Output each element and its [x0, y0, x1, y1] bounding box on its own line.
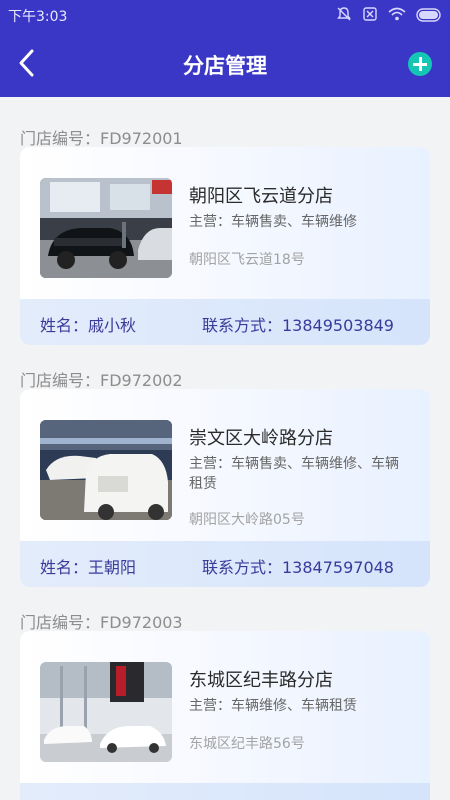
manager-name: 姓名：王朝阳 — [40, 558, 137, 577]
card-footer: 姓名：王朝阳 联系方式：13847597048 — [20, 541, 430, 587]
card-background: 朝阳区飞云道分店 主营：车辆售卖、车辆维修 朝阳区飞云道18号 姓名：戚小秋 联… — [20, 147, 430, 345]
sim-off-icon — [362, 6, 378, 26]
battery-icon — [416, 7, 442, 26]
store-business: 主营：车辆售卖、车辆维修、车辆租赁 — [189, 456, 399, 492]
card-footer — [20, 783, 430, 800]
store-list[interactable]: 门店编号：FD972001 朝阳区飞云道分店 主营：车辆售卖、车辆维修 朝阳区飞… — [0, 97, 450, 800]
store-code: 门店编号：FD972003 — [20, 613, 183, 632]
status-bar: 下午3:03 — [0, 0, 450, 30]
store-address: 朝阳区大岭路05号 — [189, 512, 305, 528]
store-address: 东城区纪丰路56号 — [189, 736, 305, 752]
store-name: 东城区纪丰路分店 — [189, 670, 333, 691]
mute-icon — [336, 6, 352, 26]
card-background: 崇文区大岭路分店 主营：车辆售卖、车辆维修、车辆租赁 朝阳区大岭路05号 姓名：… — [20, 389, 430, 587]
store-address: 朝阳区飞云道18号 — [189, 252, 305, 268]
status-time: 下午3:03 — [8, 9, 68, 25]
store-photo — [40, 420, 172, 520]
store-name: 朝阳区飞云道分店 — [189, 186, 333, 207]
page-title: 分店管理 — [183, 54, 267, 78]
card-body: 朝阳区飞云道分店 主营：车辆售卖、车辆维修 朝阳区飞云道18号 — [20, 147, 430, 299]
store-card[interactable]: 崇文区大岭路分店 主营：车辆售卖、车辆维修、车辆租赁 朝阳区大岭路05号 姓名：… — [20, 389, 430, 587]
store-photo — [40, 178, 172, 278]
store-card[interactable]: 朝阳区飞云道分店 主营：车辆售卖、车辆维修 朝阳区飞云道18号 姓名：戚小秋 联… — [20, 147, 430, 345]
add-store-button[interactable] — [408, 52, 432, 76]
store-photo — [40, 662, 172, 762]
wifi-icon — [388, 6, 406, 26]
card-background: 东城区纪丰路分店 主营：车辆维修、车辆租赁 东城区纪丰路56号 — [20, 631, 430, 800]
app-bar: 分店管理 — [0, 30, 450, 97]
card-body: 崇文区大岭路分店 主营：车辆售卖、车辆维修、车辆租赁 朝阳区大岭路05号 — [20, 389, 430, 541]
card-body: 东城区纪丰路分店 主营：车辆维修、车辆租赁 东城区纪丰路56号 — [20, 631, 430, 783]
store-name: 崇文区大岭路分店 — [189, 428, 333, 449]
manager-name: 姓名：戚小秋 — [40, 316, 137, 335]
contact-phone[interactable]: 联系方式：13849503849 — [202, 312, 394, 336]
contact-phone[interactable]: 联系方式：13847597048 — [202, 554, 394, 578]
store-code: 门店编号：FD972001 — [20, 129, 183, 148]
store-card[interactable]: 东城区纪丰路分店 主营：车辆维修、车辆租赁 东城区纪丰路56号 — [20, 631, 430, 800]
status-icons — [336, 6, 442, 26]
store-code: 门店编号：FD972002 — [20, 371, 183, 390]
store-business: 主营：车辆维修、车辆租赁 — [189, 698, 357, 714]
card-footer: 姓名：戚小秋 联系方式：13849503849 — [20, 299, 430, 345]
store-business: 主营：车辆售卖、车辆维修 — [189, 214, 357, 230]
